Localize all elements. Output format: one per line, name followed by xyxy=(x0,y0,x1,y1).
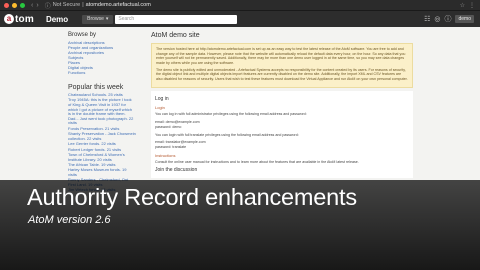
sidebar: Browse by Archival descriptions People a… xyxy=(68,27,136,194)
admin-password: password: demo xyxy=(155,124,182,129)
browse-menu-button[interactable]: Browse ▾ xyxy=(82,14,114,24)
popular-item[interactable]: Town of Chelmsford & Women's Institute L… xyxy=(68,152,136,162)
forward-arrow-icon[interactable]: › xyxy=(36,2,38,9)
instructions-subheading: Instructions xyxy=(155,152,176,158)
overlay-subtitle: AtoM version 2.6 xyxy=(28,214,111,226)
popular-heading: Popular this week xyxy=(68,84,124,91)
caret-down-icon: ▾ xyxy=(105,15,109,22)
close-window-button[interactable] xyxy=(4,2,9,8)
globe-icon[interactable]: ◎ xyxy=(434,15,440,23)
window-controls xyxy=(4,2,25,8)
site-header: a tom Demo Browse ▾ Search ☷ ◎ ⓘ demo xyxy=(0,11,480,27)
help-icon[interactable]: ⓘ xyxy=(444,14,451,24)
menu-dots-icon[interactable]: ⋮ xyxy=(469,2,475,9)
url-text: atomdemo.artefactual.com xyxy=(85,2,151,8)
login-admin-text: You can log in with full administrator p… xyxy=(155,112,307,117)
maximize-window-button[interactable] xyxy=(20,2,25,8)
address-bar[interactable]: ⓘ Not Secure | atomdemo.artefactual.com xyxy=(45,1,151,10)
instructions-text: Consult the online user manual for instr… xyxy=(155,159,359,164)
star-icon[interactable]: ☆ xyxy=(460,2,465,9)
browse-heading: Browse by xyxy=(68,32,97,38)
security-label: Not Secure xyxy=(52,2,81,8)
browse-label: Browse xyxy=(87,15,104,22)
minimize-window-button[interactable] xyxy=(12,2,17,8)
notice-paragraph: The version hosted here at http://atomde… xyxy=(156,47,406,65)
browser-toolbar: ‹ › ⓘ Not Secure | atomdemo.artefactual.… xyxy=(0,0,480,11)
popular-item[interactable]: Harley Moses Museum fonds. 19 visits xyxy=(68,167,136,177)
popular-item[interactable]: Shanty Preservation - Jack Chowmein coll… xyxy=(68,131,136,141)
logo-text: tom xyxy=(15,13,34,25)
browse-list: Archival descriptions People and organiz… xyxy=(68,40,136,75)
page-title: AtoM demo site xyxy=(151,32,200,39)
atom-logo[interactable]: a tom xyxy=(4,14,34,25)
login-subheading: Login xyxy=(155,105,165,111)
editor-password: password: translate xyxy=(155,145,187,150)
search-input[interactable]: Search xyxy=(115,14,238,24)
clipboard-icon[interactable]: ☷ xyxy=(424,15,430,23)
popular-item[interactable]: Troy 1945A: this is the picture I took o… xyxy=(68,98,136,126)
back-arrow-icon[interactable]: ‹ xyxy=(31,2,33,9)
user-menu-button[interactable]: demo xyxy=(455,15,474,23)
login-heading: Log in xyxy=(155,96,169,103)
info-icon: ⓘ xyxy=(44,3,51,10)
site-name[interactable]: Demo xyxy=(46,15,68,24)
login-editor-text: You can login with full translate privil… xyxy=(155,132,299,137)
main-content: AtoM demo site The version hosted here a… xyxy=(151,27,413,178)
popular-list: Chateauland Schools. 25 visits Troy 1945… xyxy=(68,92,136,193)
demo-notice: The version hosted here at http://atomde… xyxy=(151,43,413,89)
overlay-title: Authority Record enhancements xyxy=(27,184,357,210)
static-page-body: Log in Login You can log in with full ad… xyxy=(151,91,413,178)
discussion-heading: Join the discussion xyxy=(155,166,198,173)
notice-paragraph: The demo site is publicly edited and unm… xyxy=(156,67,408,82)
browse-item[interactable]: Functions xyxy=(68,70,136,75)
logo-mark: a xyxy=(4,14,14,24)
